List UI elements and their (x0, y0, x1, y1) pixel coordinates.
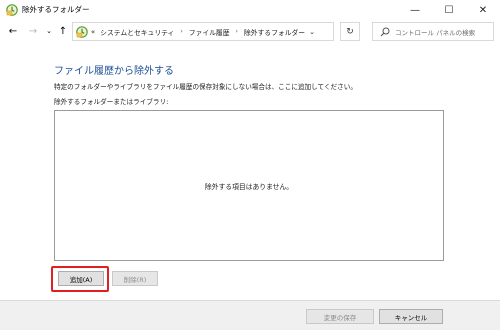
close-icon: ✕ (478, 4, 488, 16)
cancel-button[interactable]: キャンセル (379, 309, 443, 324)
chevron-down-icon: ⌄ (309, 27, 315, 36)
control-panel-icon (76, 26, 88, 38)
remove-button[interactable]: 削除(R) (112, 271, 158, 286)
breadcrumb-file-history[interactable]: ファイル履歴 (189, 27, 230, 37)
breadcrumb-system-security[interactable]: システムとセキュリティ (100, 27, 174, 37)
up-arrow-icon: ↑ (58, 25, 68, 37)
excluded-folders-list[interactable]: 除外する項目はありません。 (54, 110, 444, 261)
search-input[interactable]: コントロール パネルの検索 (372, 22, 494, 41)
window-title: 除外するフォルダー (22, 5, 90, 14)
save-changes-button[interactable]: 変更の保存 (306, 309, 374, 324)
close-button[interactable]: ✕ (466, 0, 500, 20)
breadcrumb-exclude-folders[interactable]: 除外するフォルダー (244, 27, 305, 37)
minimize-button[interactable]: — (398, 0, 432, 20)
recent-locations-button[interactable]: ⌄ (42, 23, 56, 39)
empty-list-message: 除外する項目はありません。 (204, 182, 294, 191)
page-title: ファイル履歴から除外する (54, 66, 174, 77)
maximize-icon: ☐ (444, 4, 454, 16)
breadcrumb: « システムとセキュリティ › ファイル履歴 › 除外するフォルダー (91, 23, 305, 40)
forward-button[interactable]: → (26, 23, 40, 39)
maximize-button[interactable]: ☐ (432, 0, 466, 20)
file-history-icon (6, 4, 18, 16)
address-bar[interactable]: « システムとセキュリティ › ファイル履歴 › 除外するフォルダー (72, 22, 334, 41)
back-button[interactable]: ← (6, 23, 20, 39)
search-placeholder: コントロール パネルの検索 (395, 28, 476, 37)
breadcrumb-separator: › (180, 28, 183, 35)
minimize-icon: — (410, 4, 420, 16)
excluded-list-label: 除外するフォルダーまたはライブラリ: (54, 98, 169, 106)
title-bar: 除外するフォルダー — ☐ ✕ (0, 0, 500, 20)
address-dropdown-button[interactable]: ⌄ (304, 22, 320, 41)
breadcrumb-overflow[interactable]: « (91, 28, 95, 36)
add-button[interactable]: 追加(A) (58, 271, 104, 286)
back-arrow-icon: ← (8, 25, 18, 37)
chevron-down-icon: ⌄ (46, 27, 52, 35)
forward-arrow-icon: → (28, 25, 38, 37)
refresh-button[interactable]: ↻ (340, 22, 360, 41)
page-description: 特定のフォルダーやライブラリをファイル履歴の保存対象にしない場合は、ここに追加し… (54, 83, 357, 91)
search-icon (380, 27, 390, 37)
refresh-icon: ↻ (346, 26, 354, 37)
up-button[interactable]: ↑ (56, 23, 70, 39)
breadcrumb-separator: › (235, 28, 238, 35)
